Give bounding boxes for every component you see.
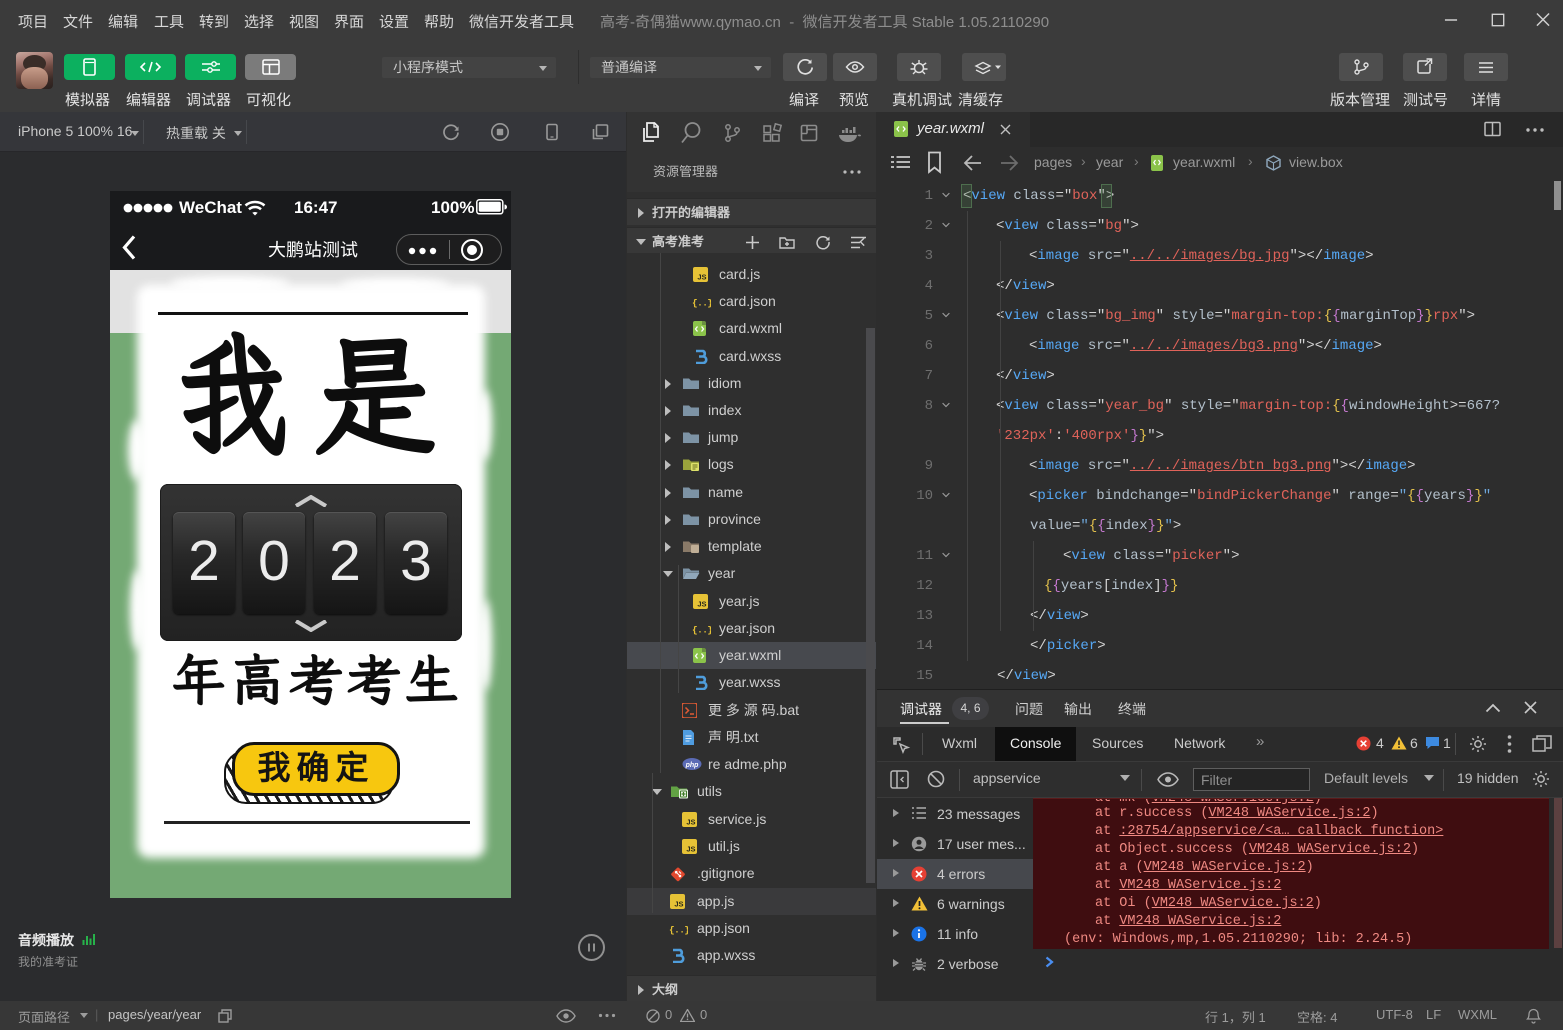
svg-text:JS: JS	[686, 818, 695, 827]
svg-text:{..}: {..}	[669, 925, 688, 936]
svg-text:{..}: {..}	[692, 625, 711, 636]
svg-text:JS: JS	[697, 600, 706, 609]
svg-text:{..}: {..}	[692, 298, 711, 309]
svg-text:php: php	[685, 762, 700, 769]
svg-text:JS: JS	[674, 900, 683, 909]
svg-text:JS: JS	[697, 273, 706, 282]
svg-text:JS: JS	[686, 845, 695, 854]
